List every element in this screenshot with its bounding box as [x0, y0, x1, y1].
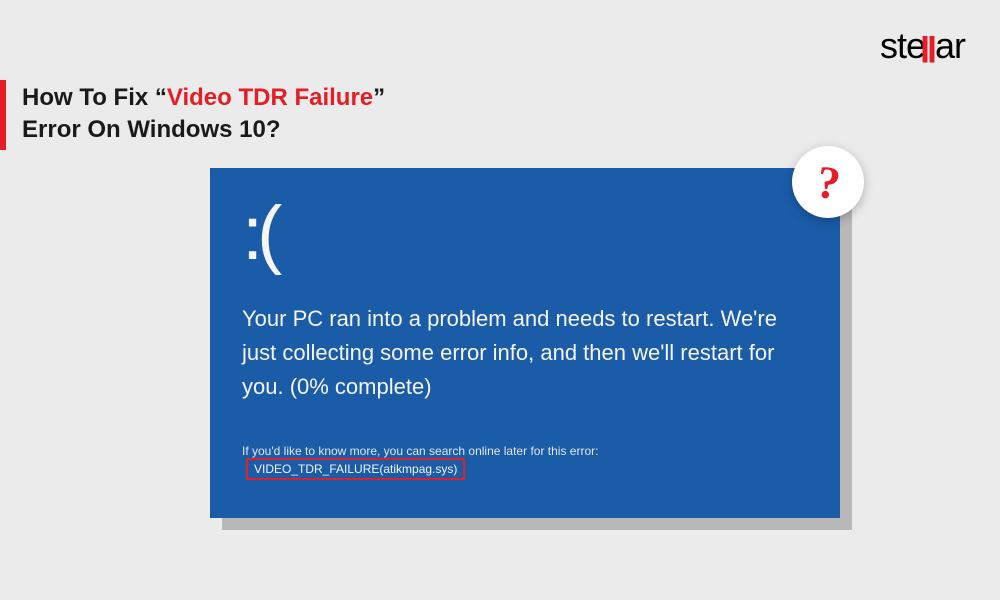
bsod-error-code: VIDEO_TDR_FAILURE(atikmpag.sys)	[246, 458, 465, 480]
question-mark-icon: ?	[813, 154, 843, 210]
logo-part3: ar	[935, 25, 965, 66]
article-title: How To Fix “Video TDR Failure” Error On …	[22, 82, 385, 147]
bsod-screenshot-container: :( Your PC ran into a problem and needs …	[210, 168, 840, 518]
title-suffix: ”	[373, 84, 385, 111]
title-prefix: How To Fix “	[22, 84, 167, 111]
bsod-sub-prefix: If you'd like to know more, you can sear…	[242, 444, 598, 458]
bsod-subtext: If you'd like to know more, you can sear…	[242, 444, 808, 480]
title-highlight: Video TDR Failure	[167, 84, 373, 111]
brand-logo: stellar	[880, 25, 965, 67]
logo-part2: ll	[923, 27, 937, 69]
logo-part1: ste	[880, 25, 925, 66]
accent-bar	[0, 80, 6, 150]
question-badge: ?	[792, 146, 864, 218]
bsod-message: Your PC ran into a problem and needs to …	[242, 302, 802, 404]
sad-face-icon: :(	[242, 196, 808, 272]
title-line-1: How To Fix “Video TDR Failure”	[22, 82, 385, 114]
bsod-screen: :( Your PC ran into a problem and needs …	[210, 168, 840, 518]
title-line-2: Error On Windows 10?	[22, 114, 385, 146]
